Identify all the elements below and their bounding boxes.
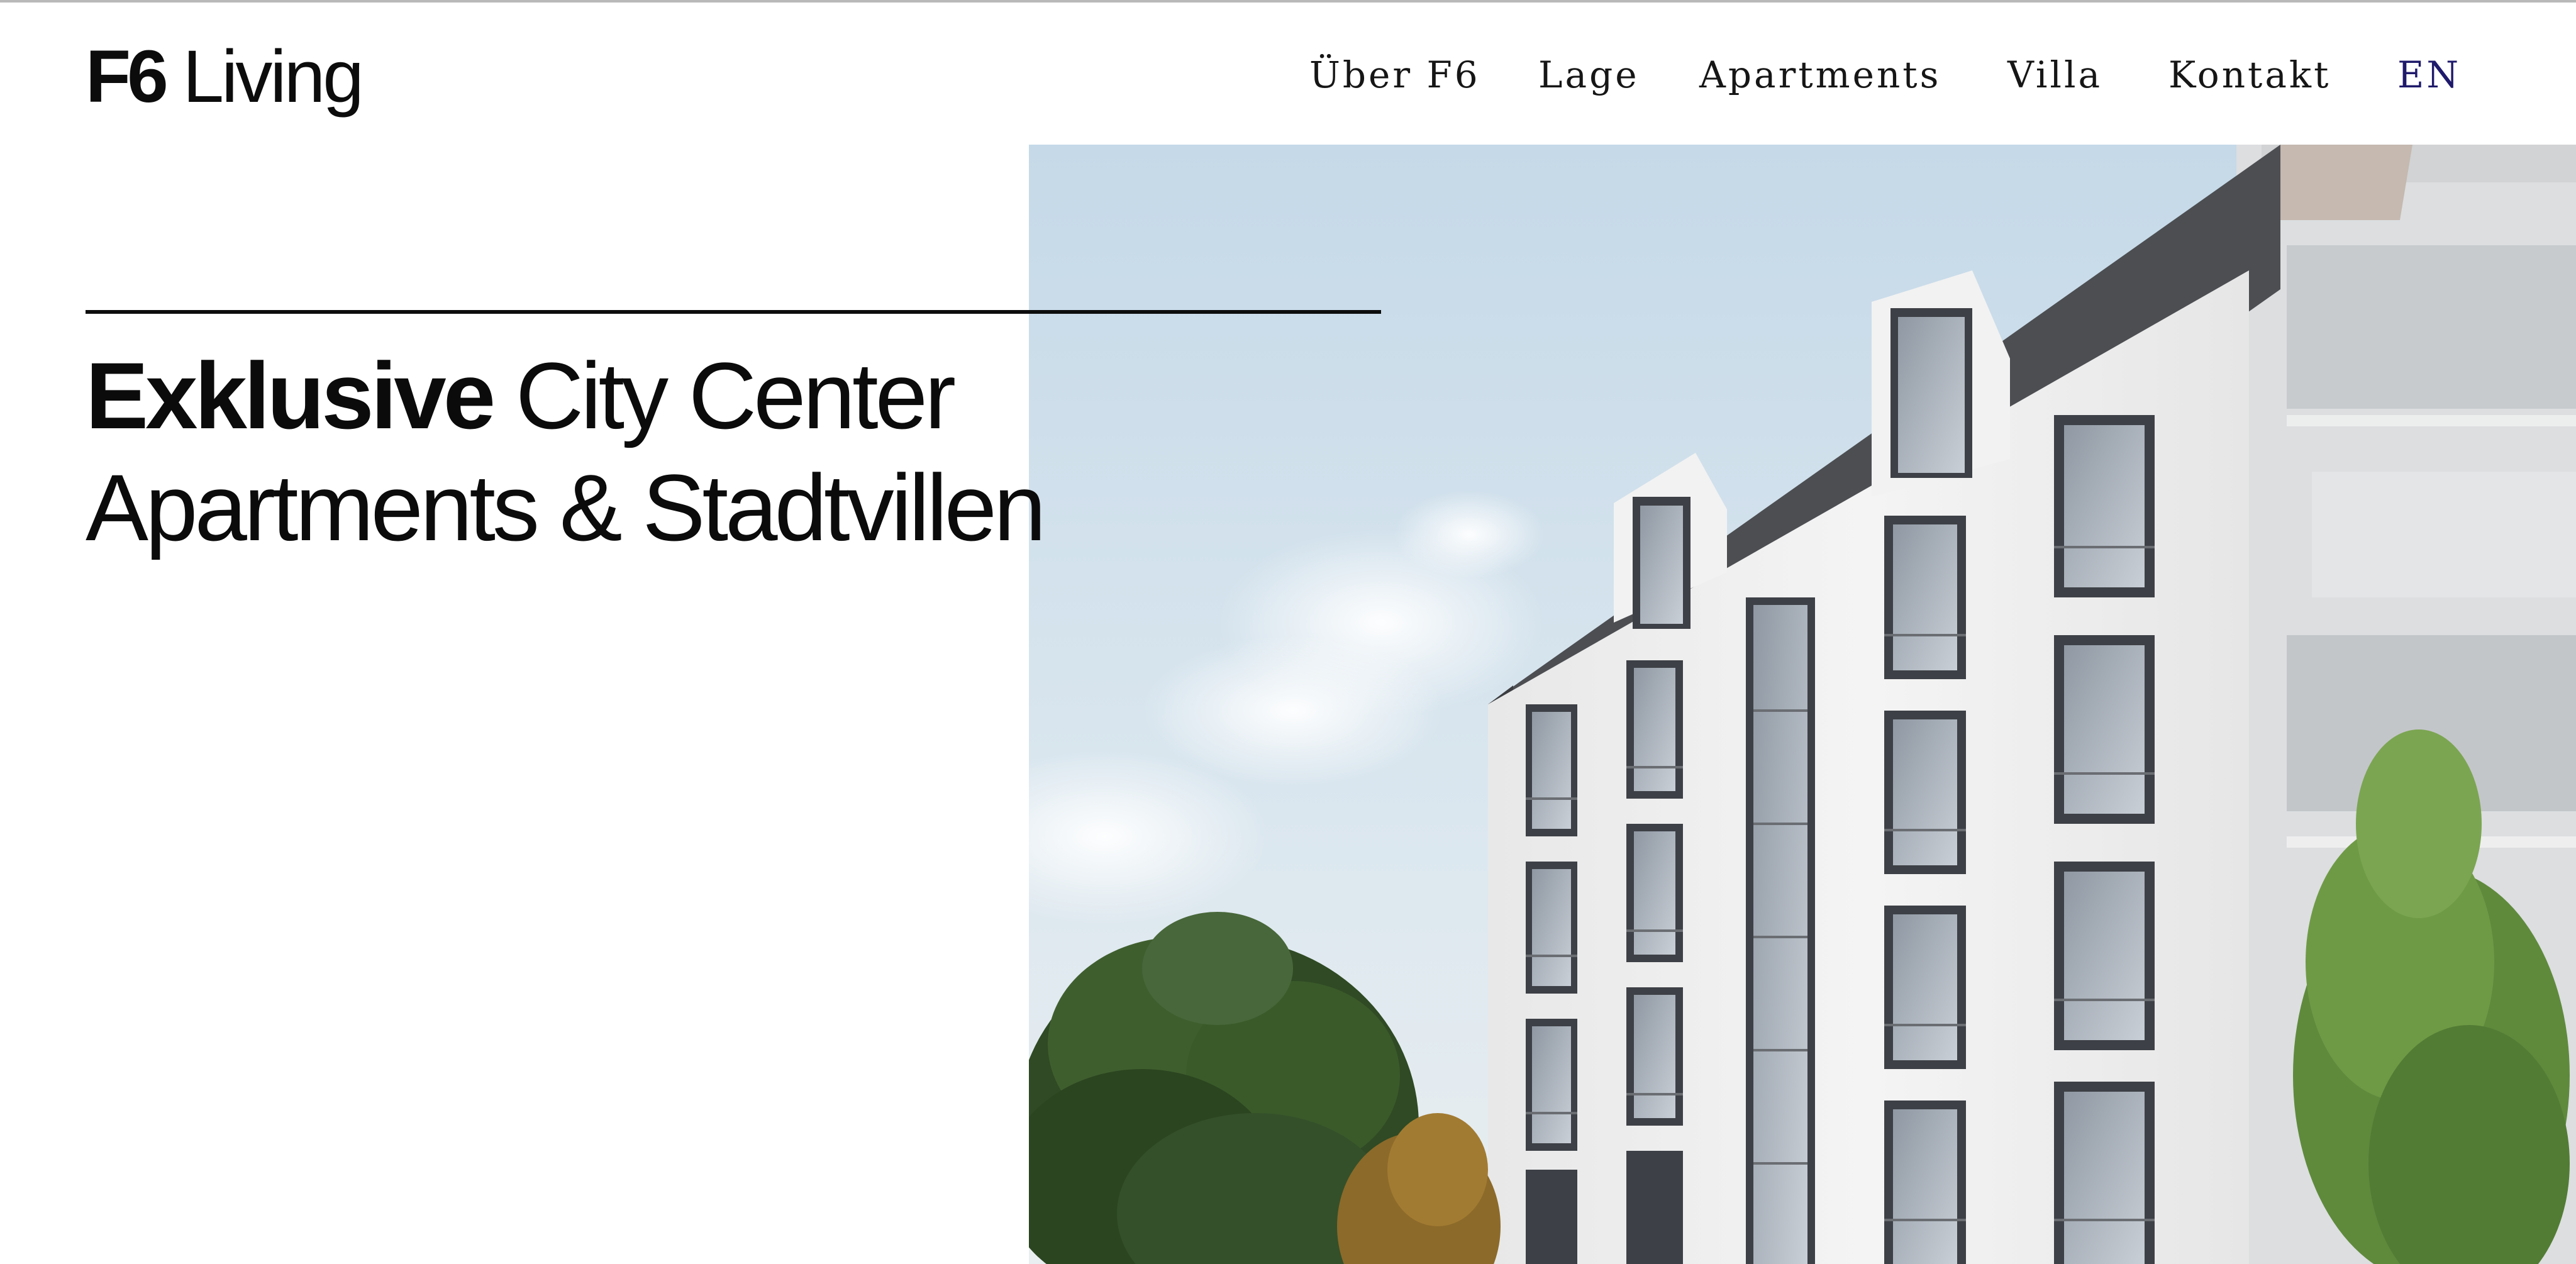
nav-item-lage[interactable]: Lage: [1538, 47, 1640, 103]
headline-line1-rest: City Center: [515, 343, 956, 448]
nav-item-ueber-f6[interactable]: Über F6: [1309, 47, 1480, 103]
hero-divider: [86, 310, 1381, 314]
language-switch-en[interactable]: EN: [2397, 47, 2461, 103]
headline-bold: Exklusive: [86, 343, 496, 448]
nav-item-villa[interactable]: Villa: [2007, 47, 2102, 103]
hero-headline: Exklusive City Center Apartments & Stadt…: [86, 340, 1092, 563]
nav-item-apartments[interactable]: Apartments: [1699, 47, 1941, 103]
logo[interactable]: F6 Living: [86, 33, 364, 121]
top-border: [0, 0, 2576, 3]
logo-bold: F6: [86, 35, 169, 118]
headline-line2: Apartments & Stadtvillen: [86, 455, 1046, 560]
logo-light: Living: [182, 35, 364, 118]
nav-item-kontakt[interactable]: Kontakt: [2168, 47, 2331, 103]
